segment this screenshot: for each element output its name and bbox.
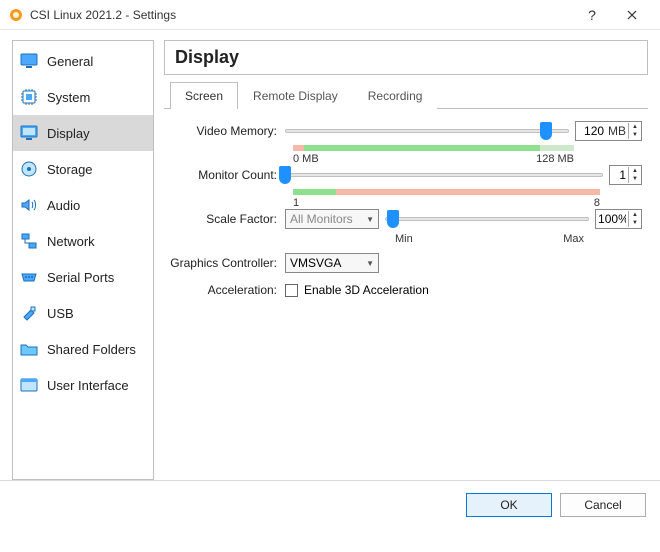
scale-min-label: Min <box>395 233 413 245</box>
video-memory-min-label: 0 MB <box>293 153 319 165</box>
sidebar-item-general[interactable]: General <box>13 43 153 79</box>
graphics-controller-select[interactable]: VMSVGA ▼ <box>285 253 379 273</box>
tab-remote-display[interactable]: Remote Display <box>238 82 353 109</box>
spin-down-icon[interactable]: ▼ <box>629 219 641 227</box>
tab-screen[interactable]: Screen <box>170 82 238 109</box>
sidebar-item-audio[interactable]: Audio <box>13 187 153 223</box>
spin-down-icon[interactable]: ▼ <box>629 131 641 139</box>
spin-up-icon[interactable]: ▲ <box>629 123 641 131</box>
scale-factor-spinbox[interactable]: ▲▼ <box>595 209 642 229</box>
sidebar-item-network[interactable]: Network <box>13 223 153 259</box>
enable-3d-label: Enable 3D Acceleration <box>304 283 429 297</box>
serial-icon <box>19 267 39 287</box>
video-memory-input[interactable] <box>576 123 606 139</box>
sidebar-item-usb[interactable]: USB <box>13 295 153 331</box>
sidebar-item-shared-folders[interactable]: Shared Folders <box>13 331 153 367</box>
spin-up-icon[interactable]: ▲ <box>629 167 641 175</box>
sidebar-item-label: Serial Ports <box>47 270 114 285</box>
monitor-select[interactable]: All Monitors ▼ <box>285 209 379 229</box>
scale-max-label: Max <box>563 233 584 245</box>
sidebar-item-label: Network <box>47 234 95 249</box>
sidebar-item-storage[interactable]: Storage <box>13 151 153 187</box>
monitor-select-value: All Monitors <box>290 212 353 226</box>
disk-icon <box>19 159 39 179</box>
window-title: CSI Linux 2021.2 - Settings <box>30 8 572 22</box>
monitor-icon <box>19 51 39 71</box>
footer: OK Cancel <box>0 481 660 529</box>
graphics-controller-value: VMSVGA <box>290 256 341 270</box>
graphics-controller-label: Graphics Controller: <box>170 256 285 270</box>
folder-icon <box>19 339 39 359</box>
display-icon <box>19 123 39 143</box>
tabs: Screen Remote Display Recording <box>164 81 648 109</box>
tab-recording[interactable]: Recording <box>353 82 438 109</box>
video-memory-spinbox[interactable]: MB ▲▼ <box>575 121 642 141</box>
sidebar-item-label: General <box>47 54 93 69</box>
monitor-count-slider[interactable] <box>285 167 603 183</box>
page-title: Display <box>175 47 637 68</box>
app-icon <box>8 7 24 23</box>
chevron-down-icon: ▼ <box>366 215 374 224</box>
sidebar: General System Display Storage Audio Net… <box>12 40 154 480</box>
video-memory-unit: MB <box>606 124 628 138</box>
spin-down-icon[interactable]: ▼ <box>629 175 641 183</box>
monitor-count-input[interactable] <box>610 167 628 183</box>
screen-panel: Video Memory: MB ▲▼ <box>164 109 648 307</box>
video-memory-max-label: 128 MB <box>536 153 574 165</box>
network-icon <box>19 231 39 251</box>
monitor-count-spinbox[interactable]: ▲▼ <box>609 165 642 185</box>
sidebar-item-label: System <box>47 90 90 105</box>
ui-icon <box>19 375 39 395</box>
monitor-min-label: 1 <box>293 197 299 209</box>
sidebar-item-label: Audio <box>47 198 80 213</box>
spin-up-icon[interactable]: ▲ <box>629 211 641 219</box>
chevron-down-icon: ▼ <box>366 259 374 268</box>
ok-button[interactable]: OK <box>466 493 552 517</box>
scale-factor-label: Scale Factor: <box>170 212 285 226</box>
titlebar: CSI Linux 2021.2 - Settings ? <box>0 0 660 30</box>
sidebar-item-label: USB <box>47 306 74 321</box>
speaker-icon <box>19 195 39 215</box>
main-panel: Display Screen Remote Display Recording … <box>164 40 648 480</box>
sidebar-item-system[interactable]: System <box>13 79 153 115</box>
content-area: General System Display Storage Audio Net… <box>0 30 660 480</box>
sidebar-item-label: Display <box>47 126 90 141</box>
scale-factor-slider[interactable] <box>385 211 589 227</box>
sidebar-item-label: Storage <box>47 162 93 177</box>
sidebar-item-label: User Interface <box>47 378 129 393</box>
close-button[interactable] <box>612 1 652 29</box>
usb-icon <box>19 303 39 323</box>
video-memory-label: Video Memory: <box>170 124 285 138</box>
enable-3d-checkbox[interactable] <box>285 284 298 297</box>
video-memory-slider[interactable] <box>285 123 569 139</box>
sidebar-item-serial-ports[interactable]: Serial Ports <box>13 259 153 295</box>
monitor-count-label: Monitor Count: <box>170 168 285 182</box>
sidebar-item-user-interface[interactable]: User Interface <box>13 367 153 403</box>
main-header: Display <box>164 40 648 75</box>
cancel-button[interactable]: Cancel <box>560 493 646 517</box>
chip-icon <box>19 87 39 107</box>
help-button[interactable]: ? <box>572 1 612 29</box>
sidebar-item-label: Shared Folders <box>47 342 136 357</box>
monitor-max-label: 8 <box>594 197 600 209</box>
sidebar-item-display[interactable]: Display <box>13 115 153 151</box>
acceleration-label: Acceleration: <box>170 283 285 297</box>
scale-factor-input[interactable] <box>596 211 628 227</box>
